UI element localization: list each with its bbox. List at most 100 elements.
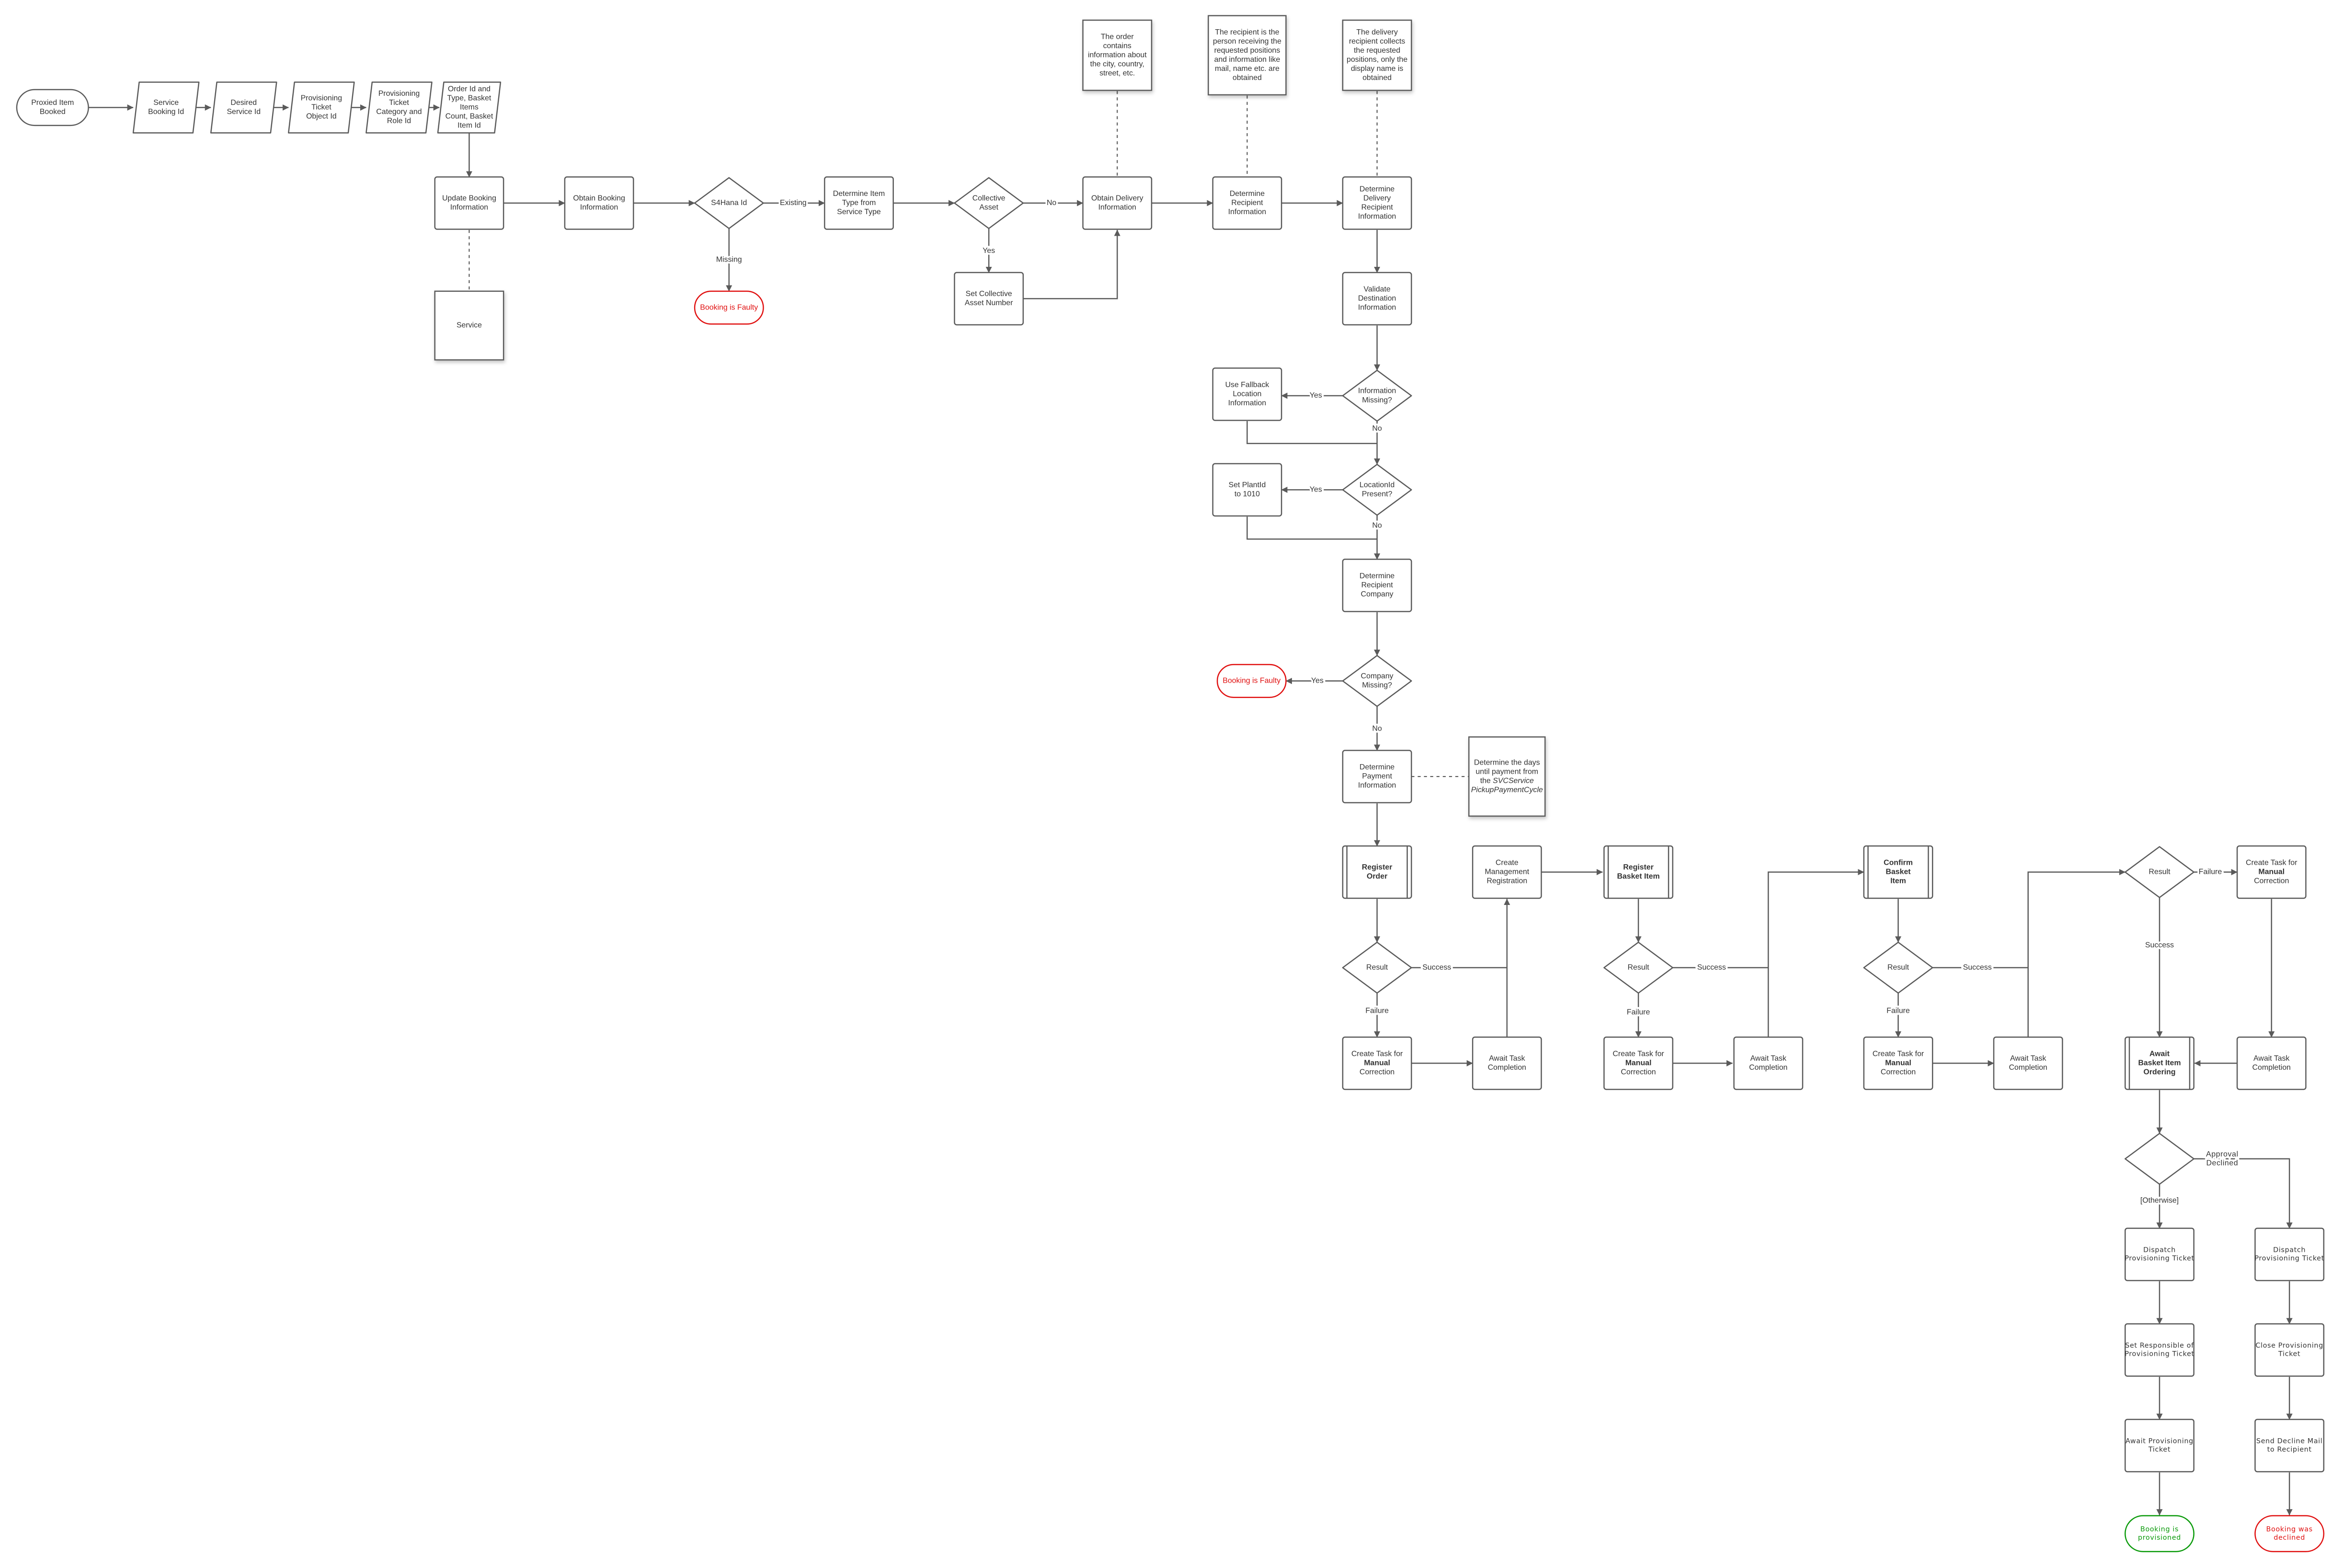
node-p1[interactable]: ServiceBooking Id [132, 81, 200, 134]
node-provisioned[interactable]: Booking isprovisioned [2125, 1515, 2194, 1552]
label-segment: Manual [1625, 1059, 1652, 1067]
node-label-line: Determine [1360, 763, 1394, 771]
node-validate[interactable]: ValidateDestinationInformation [1342, 272, 1412, 326]
node-label-line: until payment from [1476, 768, 1539, 776]
node-label-line: Object Id [306, 113, 337, 121]
node-res4[interactable]: Result [2125, 846, 2194, 898]
node-det-pay[interactable]: DeterminePaymentInformation [1342, 750, 1412, 803]
node-await3[interactable]: Await TaskCompletion [1993, 1036, 2063, 1090]
node-await4[interactable]: Await TaskCompletion [2236, 1036, 2307, 1090]
node-info-missing[interactable]: InformationMissing? [1342, 369, 1412, 422]
node-task4[interactable]: Create Task forManualCorrection [2236, 845, 2307, 899]
label-segment: the [1480, 777, 1493, 785]
node-label-line: Send Decline Mail [2256, 1438, 2322, 1445]
node-note1[interactable]: The ordercontainsinformation aboutthe ci… [1082, 19, 1153, 91]
node-obtain-del[interactable]: Obtain DeliveryInformation [1082, 176, 1153, 230]
node-task1[interactable]: Create Task forManualCorrection [1342, 1036, 1412, 1090]
node-close-ticket[interactable]: Close ProvisioningTicket [2254, 1323, 2325, 1377]
node-det-comp[interactable]: DetermineRecipientCompany [1342, 559, 1412, 612]
node-set-coll[interactable]: Set CollectiveAsset Number [954, 272, 1024, 326]
node-coll[interactable]: CollectiveAsset [954, 177, 1024, 229]
edge-label-success: Success [1697, 963, 1726, 972]
node-send-decline[interactable]: Send Decline Mailto Recipient [2254, 1419, 2325, 1473]
node-label-line: Dispatch [2273, 1247, 2306, 1254]
node-label-line: Obtain Booking [573, 195, 625, 203]
node-service[interactable]: Service [434, 290, 504, 361]
node-label-line: Item [1890, 877, 1906, 885]
node-dispatch1[interactable]: DispatchProvisioning Ticket [2125, 1227, 2194, 1282]
edge-label-missing: Missing [716, 256, 742, 264]
node-reg-basket[interactable]: RegisterBasket Item [1603, 845, 1674, 899]
node-res1[interactable]: Result [1342, 941, 1412, 994]
node-label-line: Determine the days [1474, 759, 1540, 767]
node-label-line: Information [580, 204, 618, 212]
node-task2[interactable]: Create Task forManualCorrection [1603, 1036, 1674, 1090]
node-det-type[interactable]: Determine ItemType fromService Type [824, 176, 894, 230]
node-set-plant[interactable]: Set PlantIdto 1010 [1212, 463, 1282, 517]
node-label-line: Booking was [2266, 1526, 2313, 1534]
node-await-prov[interactable]: Await ProvisioningTicket [2125, 1419, 2194, 1473]
node-mgmt[interactable]: CreateManagementRegistration [1472, 845, 1542, 899]
node-label-line: information about [1088, 51, 1147, 59]
flow-arrow [2027, 869, 2126, 1038]
node-label-line: Await Task [1489, 1054, 1525, 1063]
node-label-line: Management [1485, 868, 1530, 876]
node-label-line: Provisioning Ticket [2125, 1351, 2194, 1358]
node-label-line: Await Task [1750, 1054, 1786, 1063]
node-loc-present[interactable]: LocationIdPresent? [1342, 464, 1412, 516]
node-set-resp[interactable]: Set Responsible ofProvisioning Ticket [2125, 1323, 2194, 1377]
node-note3[interactable]: The deliveryrecipient collectsthe reques… [1342, 19, 1412, 91]
node-det-del-rec[interactable]: DetermineDeliveryRecipientInformation [1342, 176, 1412, 230]
node-p2[interactable]: DesiredService Id [210, 81, 277, 134]
edge-label-failure: Failure [1365, 1007, 1389, 1015]
node-approval[interactable] [2125, 1133, 2194, 1185]
node-label-line: Ordering [2144, 1068, 2176, 1076]
node-p5[interactable]: Order Id andType, BasketItemsCount, Bask… [437, 81, 502, 134]
node-fallback[interactable]: Use FallbackLocationInformation [1212, 367, 1282, 421]
edge-label-failure: Failure [2199, 868, 2222, 876]
node-label-line: Present? [1362, 490, 1393, 498]
node-label-line: Collective [972, 195, 1005, 203]
node-comp-missing[interactable]: CompanyMissing? [1342, 655, 1412, 707]
node-det-rec[interactable]: DetermineRecipientInformation [1212, 176, 1282, 230]
label-segment: Determine the days [1474, 759, 1540, 767]
node-faulty1[interactable]: Booking is Faulty [694, 290, 764, 325]
node-label-line: Ticket [389, 99, 409, 107]
node-label-line: Provisioning [378, 90, 420, 98]
node-res2[interactable]: Result [1603, 941, 1674, 994]
node-declined[interactable]: Booking wasdeclined [2254, 1515, 2325, 1552]
node-faulty2[interactable]: Booking is Faulty [1216, 664, 1287, 698]
flow-arrow [1768, 869, 1864, 1038]
node-update[interactable]: Update BookingInformation [434, 176, 504, 230]
node-reg-order[interactable]: RegisterOrder [1342, 845, 1412, 899]
node-note2[interactable]: The recipient is theperson receiving the… [1208, 15, 1287, 96]
node-label-line: Desired [230, 99, 257, 107]
node-label-line: Confirm [1884, 859, 1913, 867]
node-res3[interactable]: Result [1863, 941, 1933, 994]
node-await1[interactable]: Await TaskCompletion [1472, 1036, 1542, 1090]
node-label-line: LocationId [1360, 481, 1394, 489]
node-p3[interactable]: ProvisioningTicketObject Id [288, 81, 355, 134]
node-label-line: Provisioning Ticket [2125, 1255, 2194, 1262]
node-obtain[interactable]: Obtain BookingInformation [564, 176, 634, 230]
node-await-basket[interactable]: AwaitBasket ItemOrdering [2125, 1036, 2194, 1090]
node-label-line: Create [1496, 859, 1519, 867]
node-label-line: Category and [376, 108, 422, 116]
node-label-line: Use Fallback [1225, 381, 1269, 389]
node-p4[interactable]: ProvisioningTicketCategory andRole Id [366, 81, 433, 134]
node-note4[interactable]: Determine the daysuntil payment fromthe … [1468, 736, 1546, 817]
node-dispatch2[interactable]: DispatchProvisioning Ticket [2254, 1227, 2325, 1282]
node-task3[interactable]: Create Task forManualCorrection [1863, 1036, 1933, 1090]
label-segment: PickupPaymentCycle [1471, 786, 1543, 794]
node-label-line: Service Type [837, 208, 881, 216]
label-segment: Manual [2258, 868, 2285, 876]
node-confirm[interactable]: ConfirmBasketItem [1863, 845, 1933, 899]
edge-label-no: No [1372, 724, 1382, 732]
node-label-line: Determine Item [833, 190, 885, 198]
node-await2[interactable]: Await TaskCompletion [1733, 1036, 1804, 1090]
node-s4[interactable]: S4Hana Id [694, 177, 764, 229]
node-label-line: Recipient [1361, 204, 1394, 212]
node-start[interactable]: Proxied ItemBooked [16, 89, 89, 126]
edge-label-yes: Yes [1311, 677, 1324, 685]
node-label-line: obtained [1233, 74, 1262, 82]
